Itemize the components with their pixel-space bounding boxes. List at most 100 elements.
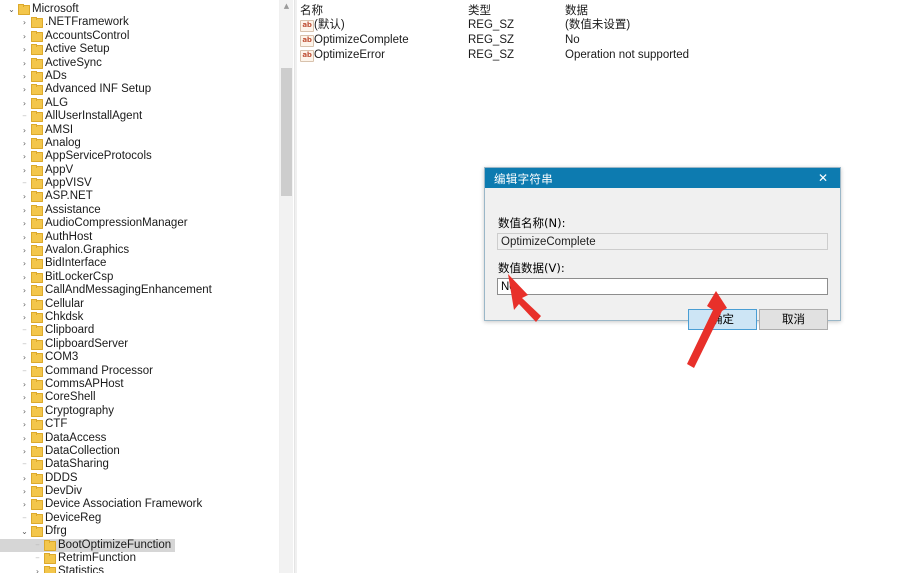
tree-item-microsoft[interactable]: ⌄ Microsoft (0, 3, 280, 16)
tree-item-appvisv[interactable]: – AppVISV (0, 177, 280, 190)
chevron-right-icon[interactable]: › (18, 284, 31, 297)
tree-item-chkdsk[interactable]: › Chkdsk (0, 311, 280, 324)
tree-item-clipboard[interactable]: – Clipboard (0, 324, 280, 337)
chevron-right-icon[interactable]: › (18, 231, 31, 244)
chevron-right-icon[interactable]: › (18, 217, 31, 230)
tree-item-devdiv[interactable]: › DevDiv (0, 485, 280, 498)
tree-item-retrimfunction[interactable]: – RetrimFunction (0, 552, 280, 565)
chevron-down-icon[interactable]: ⌄ (18, 525, 31, 538)
chevron-right-icon[interactable]: › (18, 498, 31, 511)
tree-item-coreshell[interactable]: › CoreShell (0, 391, 280, 404)
value-row[interactable]: ab OptimizeComplete REG_SZ No (297, 33, 900, 47)
tree-vertical-scrollbar[interactable]: ▲ (279, 0, 293, 573)
folder-icon (31, 271, 43, 283)
tree-item-appv[interactable]: › AppV (0, 164, 280, 177)
tree-item-bootoptimizefunction[interactable]: – BootOptimizeFunction (0, 538, 280, 553)
tree-item-label: AppV (45, 163, 74, 176)
tree-item-appserviceprotocols[interactable]: › AppServiceProtocols (0, 150, 280, 163)
value-data-input[interactable] (497, 278, 828, 295)
chevron-right-icon[interactable]: › (18, 244, 31, 257)
tree-item-devicereg[interactable]: – DeviceReg (0, 512, 280, 525)
dialog-titlebar[interactable]: 编辑字符串 ✕ (485, 168, 840, 188)
tree-item-command-processor[interactable]: – Command Processor (0, 365, 280, 378)
chevron-right-icon[interactable]: › (18, 391, 31, 404)
scroll-up-arrow-icon[interactable]: ▲ (280, 0, 293, 13)
chevron-down-icon[interactable]: ⌄ (5, 3, 18, 16)
tree-item-datacollection[interactable]: › DataCollection (0, 445, 280, 458)
edit-string-dialog[interactable]: 编辑字符串 ✕ 数值名称(N): 数值数据(V): 确定 取消 (484, 167, 841, 330)
tree-item-datasharing[interactable]: – DataSharing (0, 458, 280, 471)
tree-item-accountscontrol[interactable]: › AccountsControl (0, 30, 280, 43)
chevron-right-icon[interactable]: › (18, 405, 31, 418)
tree-item-cellular[interactable]: › Cellular (0, 298, 280, 311)
chevron-right-icon[interactable]: › (18, 30, 31, 43)
column-header-data[interactable]: 数据 (565, 2, 588, 18)
tree-item-label: Statistics (58, 565, 105, 573)
chevron-right-icon[interactable]: › (18, 432, 31, 445)
chevron-right-icon[interactable]: › (18, 204, 31, 217)
column-header-type[interactable]: 类型 (468, 2, 491, 18)
tree-item-com3[interactable]: › COM3 (0, 351, 280, 364)
tree-item-ctf[interactable]: › CTF (0, 418, 280, 431)
scroll-thumb[interactable] (281, 68, 292, 196)
tree-item-analog[interactable]: › Analog (0, 137, 280, 150)
chevron-right-icon[interactable]: › (18, 43, 31, 56)
tree-item-netframework[interactable]: › .NETFramework (0, 16, 280, 29)
chevron-right-icon[interactable]: › (18, 16, 31, 29)
tree-item-authhost[interactable]: › AuthHost (0, 231, 280, 244)
chevron-right-icon[interactable]: › (18, 57, 31, 70)
tree-item-dfrg[interactable]: ⌄ Dfrg (0, 525, 280, 538)
tree-item-label: Active Setup (45, 43, 110, 56)
value-name-input[interactable] (497, 233, 828, 250)
chevron-right-icon[interactable]: › (18, 351, 31, 364)
registry-tree-pane[interactable]: ⌄ Microsoft › .NETFramework › AccountsControl… (0, 0, 294, 573)
chevron-right-icon[interactable]: › (18, 190, 31, 203)
chevron-right-icon[interactable]: › (18, 124, 31, 137)
tree-item-label: Assistance (45, 203, 101, 216)
chevron-right-icon[interactable]: › (18, 83, 31, 96)
chevron-right-icon[interactable]: › (18, 311, 31, 324)
chevron-right-icon[interactable]: › (18, 164, 31, 177)
chevron-right-icon[interactable]: › (18, 137, 31, 150)
column-header-name[interactable]: 名称 (300, 2, 323, 18)
registry-tree-list[interactable]: ⌄ Microsoft › .NETFramework › AccountsControl… (0, 3, 280, 573)
tree-item-ads[interactable]: › ADs (0, 70, 280, 83)
tree-item-amsi[interactable]: › AMSI (0, 124, 280, 137)
tree-item-device-association-framework[interactable]: › Device Association Framework (0, 498, 280, 511)
chevron-right-icon[interactable]: › (18, 70, 31, 83)
tree-item-cryptography[interactable]: › Cryptography (0, 405, 280, 418)
tree-item-alg[interactable]: › ALG (0, 97, 280, 110)
value-row[interactable]: ab OptimizeError REG_SZ Operation not suppo… (297, 48, 900, 62)
cancel-button[interactable]: 取消 (759, 309, 828, 330)
chevron-right-icon[interactable]: › (18, 485, 31, 498)
close-icon[interactable]: ✕ (806, 168, 840, 188)
tree-item-audiocompressionmanager[interactable]: › AudioCompressionManager (0, 217, 280, 230)
chevron-right-icon[interactable]: › (31, 565, 44, 573)
tree-item-advanced-inf-setup[interactable]: › Advanced INF Setup (0, 83, 280, 96)
tree-item-statistics[interactable]: › Statistics (0, 565, 280, 573)
chevron-right-icon[interactable]: › (18, 418, 31, 431)
tree-item-bidinterface[interactable]: › BidInterface (0, 257, 280, 270)
tree-item-callandmessagingenhancement[interactable]: › CallAndMessagingEnhancement (0, 284, 280, 297)
tree-item-avalon-graphics[interactable]: › Avalon.Graphics (0, 244, 280, 257)
tree-item-ddds[interactable]: › DDDS (0, 472, 280, 485)
tree-item-assistance[interactable]: › Assistance (0, 204, 280, 217)
tree-item-alluserinstallagent[interactable]: – AllUserInstallAgent (0, 110, 280, 123)
tree-item-clipboardserver[interactable]: – ClipboardServer (0, 338, 280, 351)
tree-item-activesync[interactable]: › ActiveSync (0, 57, 280, 70)
ok-button[interactable]: 确定 (688, 309, 757, 330)
chevron-right-icon[interactable]: › (18, 472, 31, 485)
tree-item-bitlockercsp[interactable]: › BitLockerCsp (0, 271, 280, 284)
chevron-right-icon[interactable]: › (18, 257, 31, 270)
chevron-right-icon[interactable]: › (18, 97, 31, 110)
chevron-right-icon[interactable]: › (18, 378, 31, 391)
tree-item-dataaccess[interactable]: › DataAccess (0, 432, 280, 445)
chevron-right-icon[interactable]: › (18, 445, 31, 458)
tree-item-active-setup[interactable]: › Active Setup (0, 43, 280, 56)
tree-item-asp-net[interactable]: › ASP.NET (0, 190, 280, 203)
value-row[interactable]: ab (默认) REG_SZ (数值未设置) (297, 18, 900, 32)
chevron-right-icon[interactable]: › (18, 298, 31, 311)
chevron-right-icon[interactable]: › (18, 271, 31, 284)
tree-item-commsaphost[interactable]: › CommsAPHost (0, 378, 280, 391)
chevron-right-icon[interactable]: › (18, 150, 31, 163)
